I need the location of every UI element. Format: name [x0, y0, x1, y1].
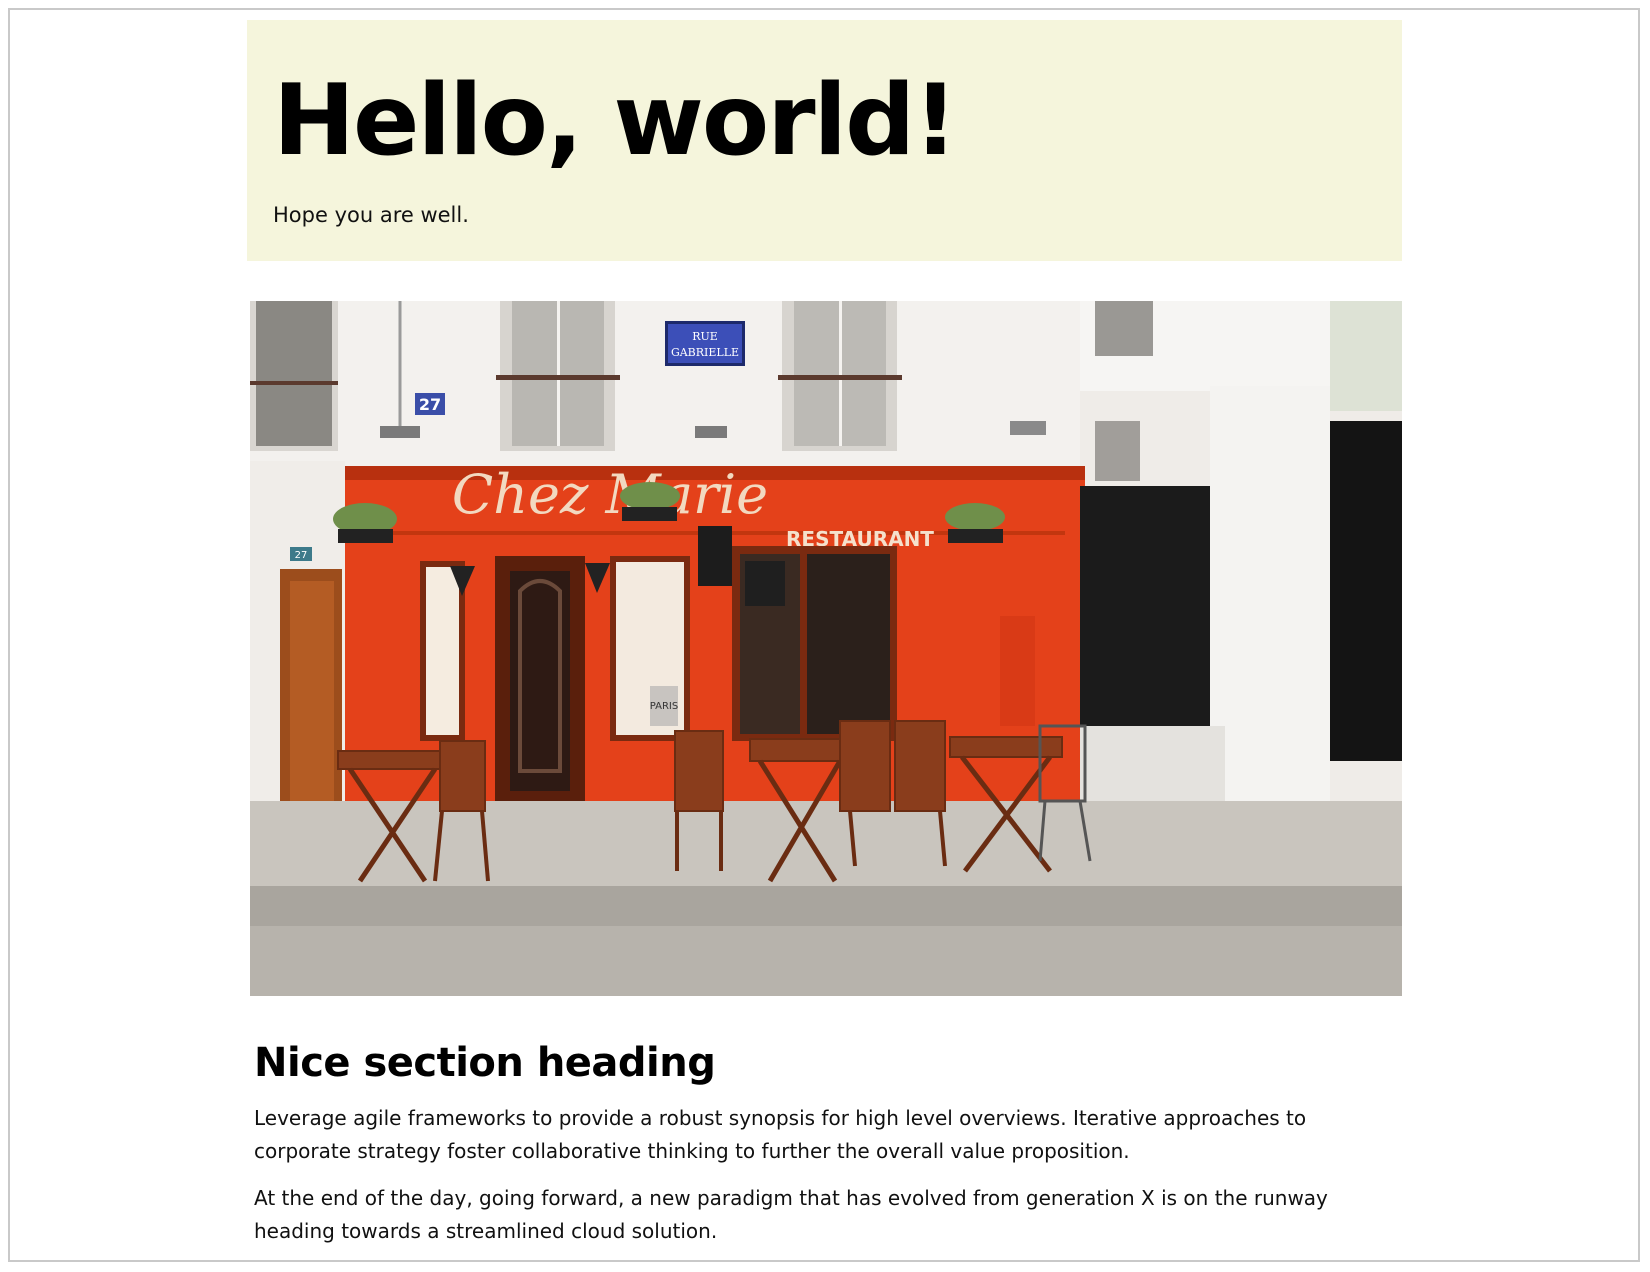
poster-text: PARIS: [650, 701, 678, 712]
content-section: Nice section heading Leverage agile fram…: [247, 1040, 1402, 1248]
section-paragraph-2: At the end of the day, going forward, a …: [254, 1186, 1328, 1243]
page-content: Hello, world! Hope you are well. RUE GAB…: [247, 20, 1402, 1262]
street-sign-line1: RUE: [692, 330, 718, 343]
restaurant-photo: RUE GABRIELLE 27 Chez Marie RESTAURANT 2…: [250, 301, 1402, 996]
street-sign-line2: GABRIELLE: [671, 346, 739, 359]
hero-subtitle: Hope you are well.: [273, 203, 469, 227]
hero-banner: Hello, world! Hope you are well.: [247, 20, 1402, 261]
number-plate: 27: [419, 395, 441, 414]
hero-title: Hello, world!: [273, 64, 958, 178]
section-heading: Nice section heading: [254, 1040, 716, 1086]
storefront-script: Chez Marie: [452, 463, 768, 526]
small-number-plate: 27: [295, 550, 308, 561]
section-paragraph-1: Leverage agile frameworks to provide a r…: [254, 1106, 1307, 1163]
